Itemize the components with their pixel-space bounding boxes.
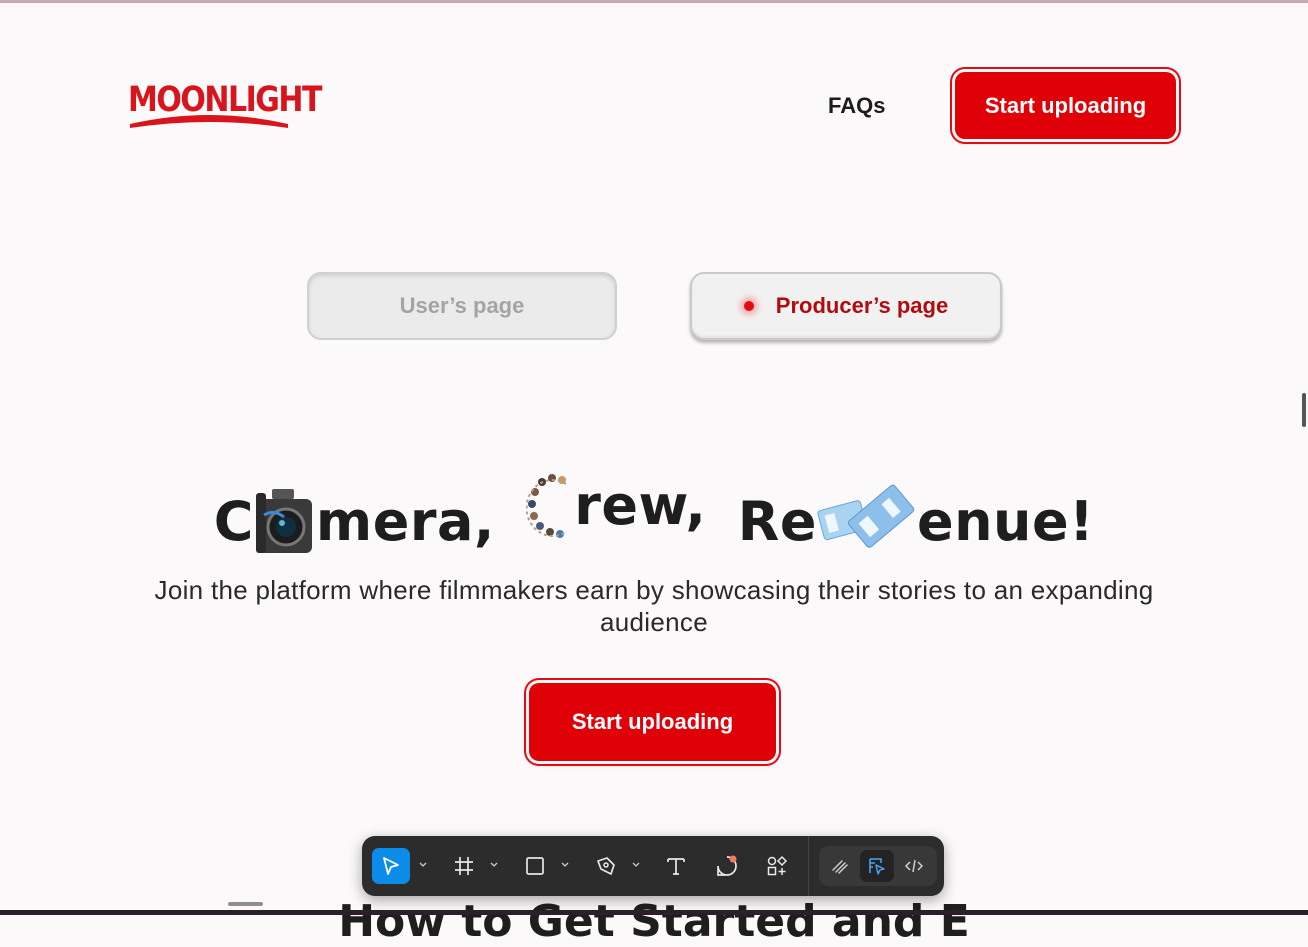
chevron-down-icon [490, 862, 498, 867]
move-tool-button[interactable] [372, 848, 410, 884]
hero-start-uploading-button[interactable]: Start uploading [529, 683, 776, 761]
moonlight-logo[interactable]: MOONLIGHT [128, 80, 322, 130]
actions-icon [767, 855, 788, 876]
page-indicator [228, 902, 263, 906]
logo-swoosh-icon [130, 115, 288, 128]
text-tool-button[interactable] [657, 848, 695, 884]
design-mode-button[interactable] [860, 850, 894, 882]
chevron-down-icon [632, 862, 640, 867]
crew-circle-icon [526, 474, 567, 538]
cinema-camera-icon [255, 488, 312, 553]
active-dot-icon [743, 301, 754, 311]
users-page-label: User’s page [399, 293, 525, 318]
headline-crew-text: rew, [574, 473, 707, 537]
headline-camera-suffix: mera, [315, 490, 495, 553]
design-toolbar [362, 836, 944, 896]
mode-switcher [819, 846, 937, 886]
dev-mode-button[interactable] [897, 850, 931, 882]
draw-icon [832, 860, 848, 874]
headline-word-crew: rew, [526, 470, 706, 540]
design-icon [869, 858, 885, 875]
chevron-down-icon [561, 862, 569, 867]
users-page-toggle[interactable]: User’s page [307, 272, 617, 340]
move-icon [383, 857, 399, 875]
frame-icon [455, 857, 473, 875]
headline-revenue-suffix: enue! [916, 490, 1095, 553]
browser-bottom-strip [0, 910, 1308, 915]
headline-camera-prefix: C [213, 490, 254, 553]
browser-top-strip [0, 0, 1308, 3]
text-icon [667, 858, 685, 875]
actions-tool-button[interactable] [758, 848, 796, 884]
chevron-down-icon [419, 862, 427, 867]
frame-tool-button[interactable] [445, 848, 483, 884]
producers-page-label: Producer’s page [775, 293, 949, 318]
hero-subtitle: Join the platform where filmmakers earn … [154, 575, 1154, 637]
money-check-icon [817, 484, 915, 548]
pen-icon [597, 857, 615, 875]
move-tool-caret[interactable] [418, 858, 428, 872]
hero-headline: C mera, rew, Re enue! [0, 470, 1308, 562]
headline-revenue-prefix: Re [737, 490, 817, 553]
rectangle-icon [526, 857, 544, 875]
pen-tool-caret[interactable] [631, 858, 641, 872]
draw-mode-button[interactable] [823, 850, 857, 882]
frame-tool-caret[interactable] [489, 858, 499, 872]
dev-mode-icon [904, 859, 924, 873]
header-start-uploading-button[interactable]: Start uploading [955, 72, 1176, 139]
comment-icon [717, 855, 737, 876]
rectangle-tool-caret[interactable] [560, 858, 570, 872]
toolbar-divider [808, 836, 809, 896]
headline-word-revenue: Re enue! [738, 482, 1094, 562]
comment-tool-button[interactable] [708, 848, 746, 884]
rectangle-tool-button[interactable] [516, 848, 554, 884]
scrollbar-thumb[interactable] [1302, 393, 1306, 427]
next-section-heading: How to Get Started and E [338, 896, 970, 947]
headline-word-camera: C mera, [214, 487, 495, 557]
pen-tool-button[interactable] [587, 848, 625, 884]
producers-page-toggle[interactable]: Producer’s page [690, 272, 1002, 340]
faqs-link[interactable]: FAQs [828, 93, 885, 119]
